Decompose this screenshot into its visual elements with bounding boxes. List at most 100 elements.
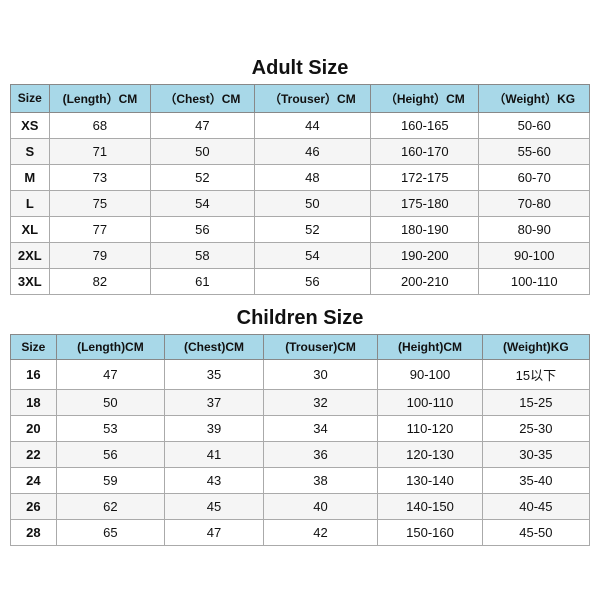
children-cell-1-3: 32 bbox=[263, 389, 377, 415]
adult-cell-4-4: 180-190 bbox=[371, 216, 479, 242]
children-header-cell-5: (Weight)KG bbox=[482, 334, 589, 359]
children-cell-4-2: 43 bbox=[165, 467, 264, 493]
adult-title: Adult Size bbox=[10, 51, 590, 84]
children-cell-1-4: 100-110 bbox=[378, 389, 483, 415]
adult-header-cell-3: （Trouser）CM bbox=[254, 84, 371, 112]
children-cell-3-5: 30-35 bbox=[482, 441, 589, 467]
children-cell-3-0: 22 bbox=[11, 441, 57, 467]
children-cell-5-3: 40 bbox=[263, 493, 377, 519]
children-table-header: Size(Length)CM(Chest)CM(Trouser)CM(Heigh… bbox=[11, 334, 590, 359]
children-cell-4-4: 130-140 bbox=[378, 467, 483, 493]
adult-table-row: 2XL795854190-20090-100 bbox=[11, 242, 590, 268]
children-table-row: 22564136120-13030-35 bbox=[11, 441, 590, 467]
adult-cell-4-1: 77 bbox=[49, 216, 151, 242]
adult-header-row: Size(Length）CM（Chest）CM（Trouser）CM（Heigh… bbox=[11, 84, 590, 112]
adult-header-cell-4: （Height）CM bbox=[371, 84, 479, 112]
children-cell-5-4: 140-150 bbox=[378, 493, 483, 519]
adult-table-row: XS684744160-16550-60 bbox=[11, 112, 590, 138]
children-cell-2-1: 53 bbox=[56, 415, 164, 441]
children-cell-2-2: 39 bbox=[165, 415, 264, 441]
adult-cell-3-0: L bbox=[11, 190, 50, 216]
children-cell-5-1: 62 bbox=[56, 493, 164, 519]
adult-cell-4-0: XL bbox=[11, 216, 50, 242]
children-cell-2-5: 25-30 bbox=[482, 415, 589, 441]
children-cell-3-3: 36 bbox=[263, 441, 377, 467]
children-cell-2-3: 34 bbox=[263, 415, 377, 441]
adult-cell-5-0: 2XL bbox=[11, 242, 50, 268]
children-cell-3-4: 120-130 bbox=[378, 441, 483, 467]
children-cell-2-4: 110-120 bbox=[378, 415, 483, 441]
children-cell-4-1: 59 bbox=[56, 467, 164, 493]
children-cell-1-0: 18 bbox=[11, 389, 57, 415]
adult-table-row: XL775652180-19080-90 bbox=[11, 216, 590, 242]
adult-header-cell-5: （Weight）KG bbox=[479, 84, 590, 112]
children-header-cell-0: Size bbox=[11, 334, 57, 359]
children-cell-6-2: 47 bbox=[165, 519, 264, 545]
children-cell-1-1: 50 bbox=[56, 389, 164, 415]
adult-cell-3-2: 54 bbox=[151, 190, 254, 216]
adult-cell-0-2: 47 bbox=[151, 112, 254, 138]
children-table-row: 28654742150-16045-50 bbox=[11, 519, 590, 545]
adult-cell-6-5: 100-110 bbox=[479, 268, 590, 294]
adult-table-row: S715046160-17055-60 bbox=[11, 138, 590, 164]
children-cell-5-2: 45 bbox=[165, 493, 264, 519]
adult-cell-5-2: 58 bbox=[151, 242, 254, 268]
adult-size-table: Size(Length）CM（Chest）CM（Trouser）CM（Heigh… bbox=[10, 84, 590, 295]
children-cell-4-0: 24 bbox=[11, 467, 57, 493]
children-table-body: 1647353090-10015以下18503732100-11015-2520… bbox=[11, 359, 590, 545]
adult-table-row: 3XL826156200-210100-110 bbox=[11, 268, 590, 294]
children-header-cell-4: (Height)CM bbox=[378, 334, 483, 359]
adult-table-header: Size(Length）CM（Chest）CM（Trouser）CM（Heigh… bbox=[11, 84, 590, 112]
adult-cell-6-0: 3XL bbox=[11, 268, 50, 294]
adult-cell-2-5: 60-70 bbox=[479, 164, 590, 190]
children-cell-6-1: 65 bbox=[56, 519, 164, 545]
adult-table-body: XS684744160-16550-60S715046160-17055-60M… bbox=[11, 112, 590, 294]
adult-cell-2-1: 73 bbox=[49, 164, 151, 190]
children-title: Children Size bbox=[10, 301, 590, 334]
children-cell-5-5: 40-45 bbox=[482, 493, 589, 519]
children-cell-6-3: 42 bbox=[263, 519, 377, 545]
children-cell-0-3: 30 bbox=[263, 359, 377, 389]
children-cell-0-4: 90-100 bbox=[378, 359, 483, 389]
adult-cell-5-5: 90-100 bbox=[479, 242, 590, 268]
adult-cell-4-3: 52 bbox=[254, 216, 371, 242]
adult-cell-1-1: 71 bbox=[49, 138, 151, 164]
adult-cell-0-5: 50-60 bbox=[479, 112, 590, 138]
adult-table-row: L755450175-18070-80 bbox=[11, 190, 590, 216]
children-cell-6-0: 28 bbox=[11, 519, 57, 545]
adult-cell-3-3: 50 bbox=[254, 190, 371, 216]
adult-table-row: M735248172-17560-70 bbox=[11, 164, 590, 190]
adult-cell-2-4: 172-175 bbox=[371, 164, 479, 190]
children-cell-3-2: 41 bbox=[165, 441, 264, 467]
children-cell-0-0: 16 bbox=[11, 359, 57, 389]
children-table-row: 20533934110-12025-30 bbox=[11, 415, 590, 441]
children-header-row: Size(Length)CM(Chest)CM(Trouser)CM(Heigh… bbox=[11, 334, 590, 359]
adult-cell-4-2: 56 bbox=[151, 216, 254, 242]
adult-cell-2-3: 48 bbox=[254, 164, 371, 190]
adult-cell-0-1: 68 bbox=[49, 112, 151, 138]
adult-cell-4-5: 80-90 bbox=[479, 216, 590, 242]
adult-cell-6-3: 56 bbox=[254, 268, 371, 294]
children-cell-4-3: 38 bbox=[263, 467, 377, 493]
children-cell-1-5: 15-25 bbox=[482, 389, 589, 415]
children-cell-6-5: 45-50 bbox=[482, 519, 589, 545]
adult-cell-1-3: 46 bbox=[254, 138, 371, 164]
adult-cell-2-2: 52 bbox=[151, 164, 254, 190]
adult-cell-0-4: 160-165 bbox=[371, 112, 479, 138]
adult-cell-2-0: M bbox=[11, 164, 50, 190]
children-table-row: 1647353090-10015以下 bbox=[11, 359, 590, 389]
adult-cell-6-1: 82 bbox=[49, 268, 151, 294]
children-cell-0-2: 35 bbox=[165, 359, 264, 389]
adult-cell-6-2: 61 bbox=[151, 268, 254, 294]
children-cell-2-0: 20 bbox=[11, 415, 57, 441]
adult-cell-5-4: 190-200 bbox=[371, 242, 479, 268]
adult-header-cell-1: (Length）CM bbox=[49, 84, 151, 112]
children-cell-6-4: 150-160 bbox=[378, 519, 483, 545]
children-cell-3-1: 56 bbox=[56, 441, 164, 467]
children-header-cell-1: (Length)CM bbox=[56, 334, 164, 359]
children-header-cell-3: (Trouser)CM bbox=[263, 334, 377, 359]
children-size-table: Size(Length)CM(Chest)CM(Trouser)CM(Heigh… bbox=[10, 334, 590, 546]
size-chart-container: Adult Size Size(Length）CM（Chest）CM（Trous… bbox=[10, 51, 590, 550]
adult-cell-1-5: 55-60 bbox=[479, 138, 590, 164]
children-cell-5-0: 26 bbox=[11, 493, 57, 519]
